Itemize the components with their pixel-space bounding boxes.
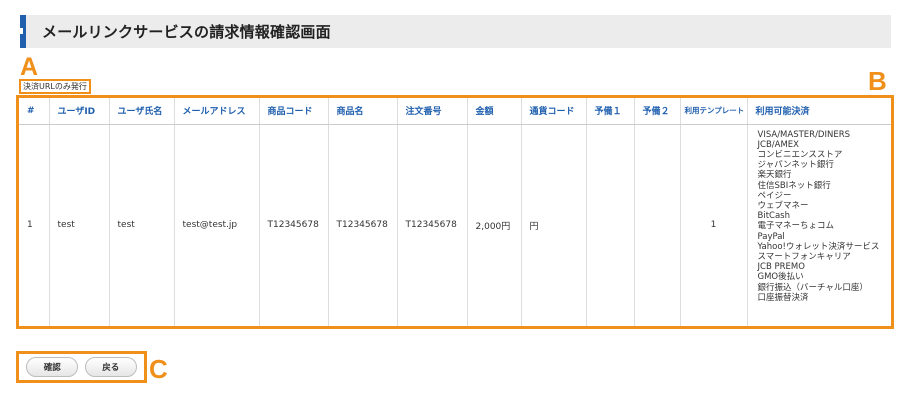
col-header-user-name: ユーザ氏名 — [109, 98, 175, 125]
payment-method-item: 銀行振込（バーチャル口座） — [757, 282, 868, 293]
cell-user-id: test — [49, 124, 110, 326]
payment-method-item: ジャパンネット銀行 — [757, 160, 834, 171]
col-header-template: 利用テンプレート — [680, 98, 748, 125]
payment-method-item: 口座振替決済 — [757, 292, 809, 303]
payment-method-item: PayPal — [757, 231, 785, 242]
back-button[interactable]: 戻る — [84, 357, 137, 377]
col-header-user-id: ユーザID — [49, 98, 110, 125]
annotation-marker-a: A — [20, 53, 39, 81]
payment-method-item: コンビニエンスストア — [757, 149, 843, 160]
payment-method-item: ウェブマネー — [757, 200, 809, 211]
header-bar-tick — [20, 28, 23, 34]
col-header-payment-methods: 利用可能決済 — [747, 98, 891, 125]
cell-reserve2 — [634, 124, 681, 326]
col-header-product-name: 商品名 — [328, 98, 398, 125]
payment-method-item: VISA/MASTER/DINERS — [757, 129, 851, 140]
cell-payment-methods: VISA/MASTER/DINERS JCB/AMEX コンビニエンスストア ジ… — [747, 124, 891, 326]
payment-method-item: Yahoo!ウォレット決済サービス — [757, 241, 880, 252]
payment-method-item: 楽天銀行 — [757, 170, 792, 181]
table-row: 1 test test test@test.jp T12345678 T1234… — [19, 124, 891, 326]
cell-order-number: T12345678 — [397, 124, 468, 326]
col-header-order-number: 注文番号 — [397, 98, 468, 125]
payment-method-item: GMO後払い — [757, 272, 804, 283]
annotation-marker-b: B — [868, 66, 887, 96]
payment-method-item: BitCash — [757, 211, 791, 222]
col-header-reserve2: 予備２ — [634, 98, 681, 125]
payment-method-item: 電子マネーちょコム — [757, 221, 835, 232]
billing-table: # ユーザID ユーザ氏名 メールアドレス 商品コード 商品名 注文番号 金額 … — [19, 98, 891, 326]
url-only-label: 決済URLのみ発行 — [19, 79, 91, 94]
action-buttons-group: 確認 戻る — [16, 351, 147, 383]
cell-reserve1 — [586, 124, 635, 326]
cell-currency: 円 — [521, 124, 587, 326]
cell-product-code: T12345678 — [259, 124, 329, 326]
cell-number: 1 — [19, 124, 50, 326]
payment-method-item: ペイジー — [757, 190, 792, 201]
confirm-button[interactable]: 確認 — [26, 357, 79, 377]
cell-product-name: T12345678 — [328, 124, 398, 326]
cell-template: 1 — [680, 124, 748, 326]
payment-methods-list: VISA/MASTER/DINERS JCB/AMEX コンビニエンスストア ジ… — [758, 130, 892, 303]
cell-email: test@test.jp — [174, 124, 260, 326]
url-only-label-text: 決済URLのみ発行 — [23, 82, 87, 91]
cell-amount: 2,000円 — [467, 124, 522, 326]
col-header-number: # — [19, 98, 50, 125]
page-title: メールリンクサービスの請求情報確認画面 — [42, 23, 331, 41]
col-header-email: メールアドレス — [174, 98, 260, 125]
cell-user-name: test — [109, 124, 175, 326]
table-header-row: # ユーザID ユーザ氏名 メールアドレス 商品コード 商品名 注文番号 金額 … — [19, 98, 891, 125]
col-header-amount: 金額 — [467, 98, 522, 125]
col-header-product-code: 商品コード — [259, 98, 329, 125]
page-header: メールリンクサービスの請求情報確認画面 — [20, 15, 891, 48]
payment-method-item: 住信SBIネット銀行 — [757, 180, 831, 191]
col-header-currency: 通貨コード — [521, 98, 587, 125]
billing-table-container: # ユーザID ユーザ氏名 メールアドレス 商品コード 商品名 注文番号 金額 … — [16, 95, 894, 329]
payment-method-item: JCB PREMO — [757, 262, 805, 273]
annotation-marker-c: C — [149, 354, 168, 384]
payment-method-item: スマートフォンキャリア — [757, 251, 851, 262]
payment-method-item: JCB/AMEX — [757, 139, 799, 150]
col-header-reserve1: 予備１ — [586, 98, 635, 125]
